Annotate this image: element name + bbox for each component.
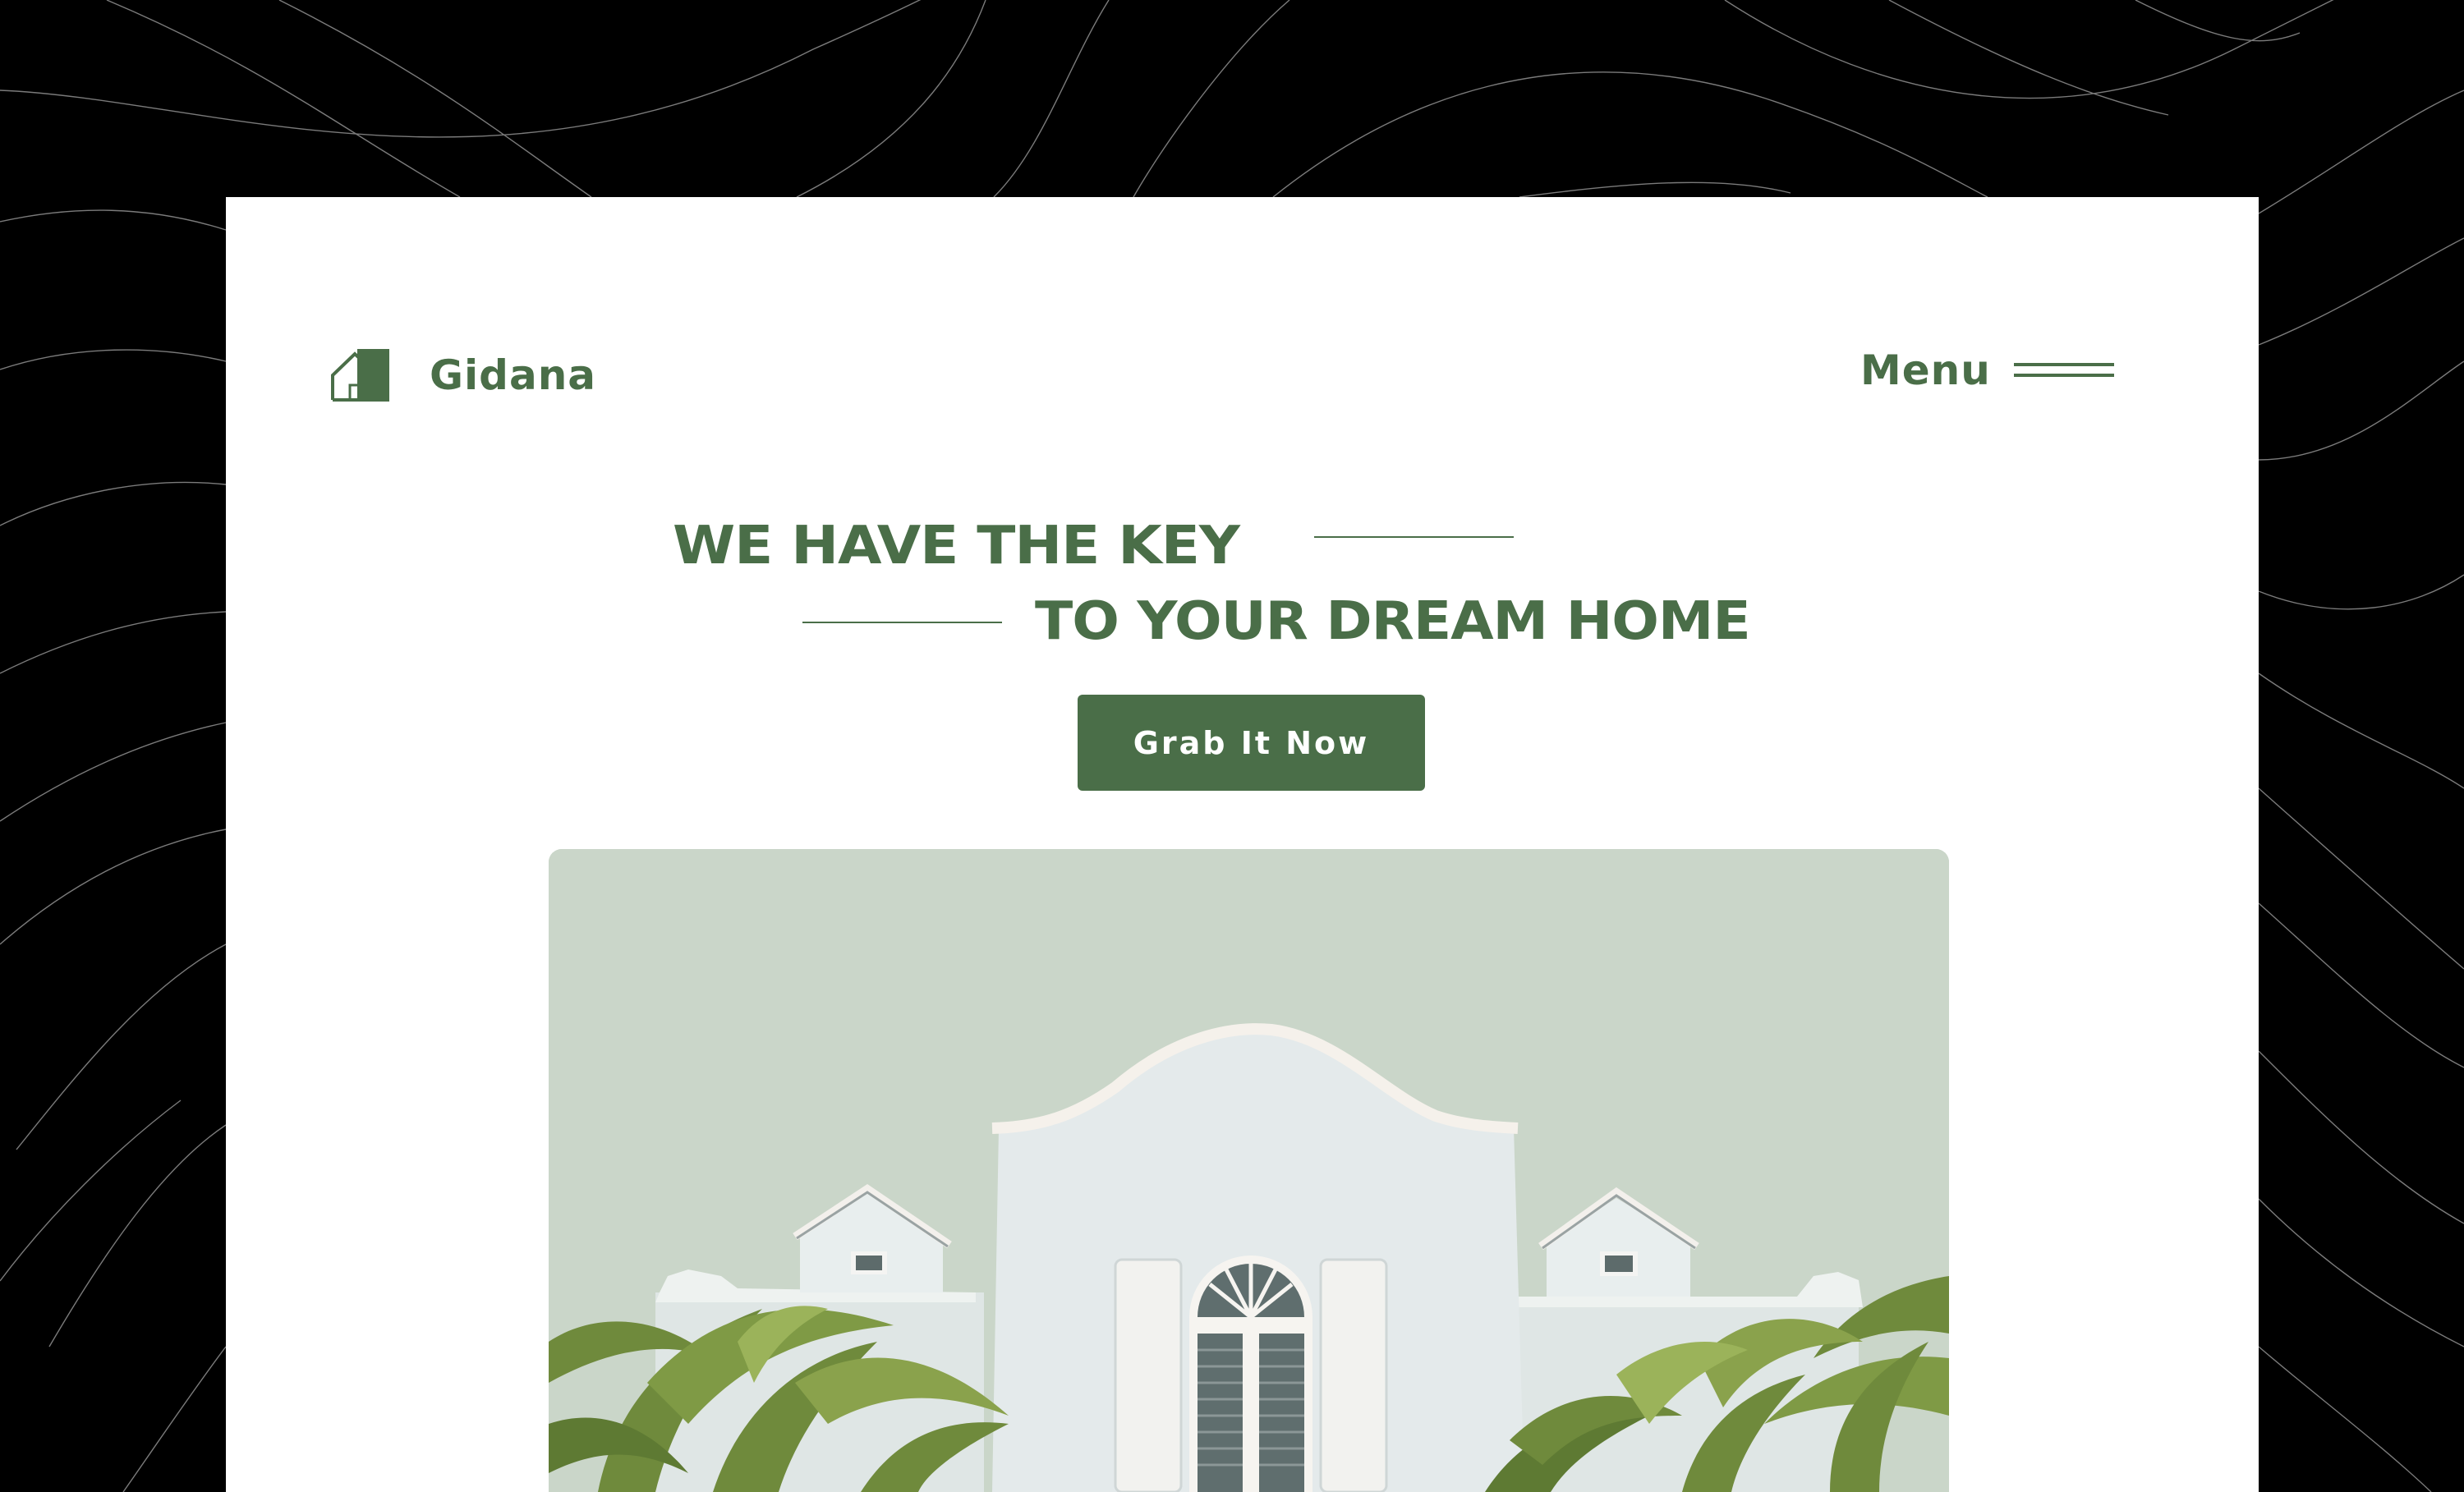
menu-label: Menu: [1860, 347, 1991, 394]
main-card: Gidana Menu WE HAVE THE KEY TO YOUR DREA…: [226, 197, 2259, 1492]
decorative-rule: [1314, 536, 1514, 538]
house-illustration: [549, 849, 1949, 1492]
hero-image: [549, 849, 1949, 1492]
headline-line-2: TO YOUR DREAM HOME: [1035, 591, 1751, 652]
decorative-rule: [802, 622, 1002, 623]
menu-button[interactable]: Menu: [1860, 347, 2114, 394]
hamburger-icon: [2013, 363, 2114, 377]
headline-line-1: WE HAVE THE KEY: [673, 516, 1240, 576]
grab-it-now-button[interactable]: Grab It Now: [1078, 695, 1425, 791]
brand-logo[interactable]: Gidana: [330, 347, 596, 403]
brand-name: Gidana: [430, 351, 597, 399]
house-icon: [331, 349, 389, 402]
